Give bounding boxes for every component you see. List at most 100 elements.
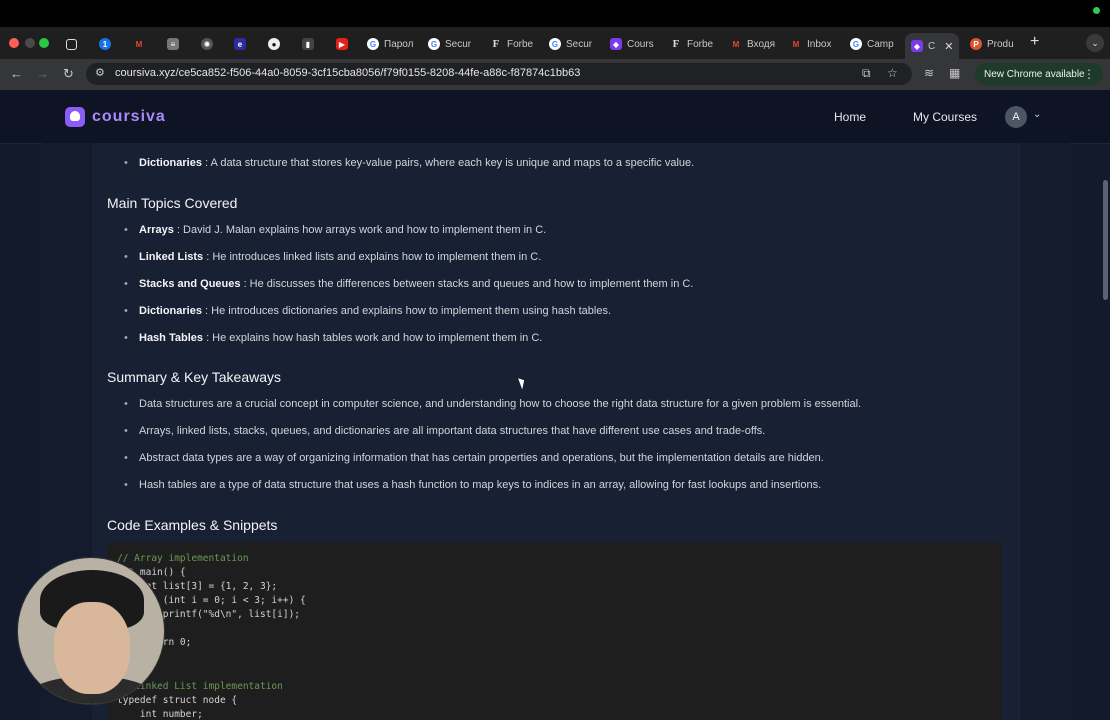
- google-icon: G: [428, 38, 440, 50]
- tab-coursiva-active[interactable]: ◆ C ✕: [905, 33, 960, 59]
- chatgpt-icon: ✺: [201, 38, 213, 50]
- chrome-update-button[interactable]: New Chrome available ⋮: [975, 63, 1103, 85]
- browser-tabstrip: 1 M ≡ ✺ e ● ▮ ▶ G Парол G Secur F Forbe G Se…: [0, 27, 1110, 59]
- tab-coursiva-1[interactable]: ◆ Cours: [610, 33, 654, 55]
- maximize-window-icon[interactable]: [39, 38, 49, 48]
- site-settings-icon[interactable]: ⚙: [95, 66, 105, 79]
- tab-gmail-inbox[interactable]: M Inbox: [790, 33, 832, 55]
- forward-icon[interactable]: →: [36, 66, 49, 81]
- list-item: • Stacks and Queues : He discusses the di…: [124, 278, 694, 290]
- forbes-icon: F: [672, 38, 680, 50]
- term: Linked Lists: [139, 251, 204, 263]
- term: Stacks and Queues: [139, 278, 241, 290]
- nav-my-courses[interactable]: My Courses: [913, 110, 977, 124]
- tab-forbes-2[interactable]: F Forbe: [670, 33, 714, 55]
- tab-label: Cours: [627, 38, 654, 50]
- code-line: // Array implementation: [117, 553, 249, 564]
- tab-label: Forbe: [507, 38, 534, 50]
- tab-security-1[interactable]: G Secur: [428, 33, 471, 55]
- gmail-icon: M: [135, 39, 143, 49]
- nav-home[interactable]: Home: [834, 110, 866, 124]
- tab-label: Camp: [867, 38, 894, 50]
- section-heading-topics: Main Topics Covered: [107, 195, 238, 211]
- desc: : He discusses the differences between s…: [243, 278, 694, 290]
- tab-chatgpt[interactable]: ✺: [201, 33, 213, 55]
- minimize-window-icon[interactable]: [25, 38, 35, 48]
- desc: : David J. Malan explains how arrays wor…: [176, 224, 547, 236]
- google-icon: G: [367, 38, 379, 50]
- avatar[interactable]: A: [1005, 106, 1027, 128]
- tab-label: Inbox: [807, 38, 832, 50]
- tab-producthunt[interactable]: P Produ: [970, 33, 1014, 55]
- coursiva-icon: ◆: [911, 40, 923, 52]
- summary-text: Abstract data types are a way of organiz…: [139, 452, 824, 464]
- back-icon[interactable]: ←: [10, 66, 23, 81]
- summary-text: Hash tables are a type of data structure…: [139, 479, 822, 491]
- mac-menubar: [0, 0, 1110, 27]
- summary-text: Data structures are a crucial concept in…: [139, 398, 862, 410]
- coursiva-icon: ◆: [610, 38, 622, 50]
- site-header: coursiva Home My Courses A ⌄: [0, 90, 1110, 144]
- media-controls-icon[interactable]: ≋: [924, 66, 934, 80]
- tab-gmail-inbox-ru[interactable]: M Входя: [730, 33, 775, 55]
- bookmark-star-icon[interactable]: ☆: [887, 66, 898, 80]
- tab-label: C: [928, 40, 936, 52]
- tab-youtube[interactable]: ▶: [336, 33, 348, 55]
- list-item: • Dictionaries : A data structure that st…: [124, 157, 695, 169]
- site-logo[interactable]: coursiva: [92, 108, 166, 126]
- code-block[interactable]: // Array implementation int main() { int…: [107, 542, 1002, 720]
- more-menu-icon[interactable]: ⋮: [1083, 67, 1095, 81]
- tab-label: Produ: [987, 38, 1014, 50]
- list-item: • Dictionaries : He introduces dictionari…: [124, 305, 612, 317]
- onepassword-icon: 1: [99, 38, 111, 50]
- tab-e[interactable]: e: [234, 33, 246, 55]
- desc: : He explains how hash tables work and h…: [206, 332, 543, 344]
- tab-passwords[interactable]: G Парол: [367, 33, 414, 55]
- term: Dictionaries: [139, 157, 202, 169]
- gmail-icon: M: [792, 39, 800, 49]
- github-icon: ●: [268, 38, 280, 50]
- new-tab-icon[interactable]: +: [1030, 33, 1039, 51]
- google-icon: G: [549, 38, 561, 50]
- tab-label: Secur: [445, 38, 472, 50]
- tab-doc[interactable]: ≡: [167, 33, 179, 55]
- extension-icon[interactable]: ▦: [949, 66, 960, 80]
- tab-security-2[interactable]: G Secur: [549, 33, 592, 55]
- chevron-down-icon[interactable]: ⌄: [1033, 109, 1041, 120]
- tab-app[interactable]: ▮: [302, 33, 314, 55]
- producthunt-icon: P: [970, 38, 982, 50]
- tab-forbes-1[interactable]: F Forbe: [490, 33, 534, 55]
- url-text[interactable]: coursiva.xyz/ce5ca852-f506-44a0-8059-3cf…: [115, 67, 580, 79]
- list-item: • Linked Lists : He introduces linked lis…: [124, 251, 542, 263]
- list-item: • Arrays, linked lists, stacks, queues, a…: [124, 425, 766, 437]
- youtube-icon: ▶: [336, 38, 348, 50]
- tab-onepassword[interactable]: 1: [99, 33, 111, 55]
- tab-label: Входя: [747, 38, 776, 50]
- list-item: • Data structures are a crucial concept i…: [124, 398, 862, 410]
- webcam-overlay: [17, 557, 165, 705]
- google-icon: G: [850, 38, 862, 50]
- page-scrollbar[interactable]: [1103, 180, 1108, 300]
- tab-search-chevron-icon[interactable]: ⌄: [1086, 34, 1104, 52]
- tab-label: Парол: [384, 38, 414, 50]
- coursiva-logo-icon[interactable]: [65, 107, 85, 127]
- list-item: • Hash Tables : He explains how hash tabl…: [124, 332, 543, 344]
- list-item: • Hash tables are a type of data structur…: [124, 479, 822, 491]
- close-window-icon[interactable]: [9, 38, 19, 48]
- update-label: New Chrome available: [984, 68, 1085, 80]
- forbes-icon: F: [492, 38, 500, 50]
- tab-sidebar[interactable]: [66, 33, 77, 55]
- code-line: int number;: [117, 709, 203, 720]
- list-item: • Abstract data types are a way of organi…: [124, 452, 824, 464]
- reload-icon[interactable]: ↻: [63, 66, 74, 82]
- tab-gmail[interactable]: M: [133, 33, 145, 55]
- sidebar-icon: [66, 38, 77, 50]
- tab-campaign[interactable]: G Camp: [850, 33, 894, 55]
- close-tab-icon[interactable]: ✕: [944, 40, 953, 53]
- tab-label: Secur: [566, 38, 593, 50]
- section-heading-code: Code Examples & Snippets: [107, 517, 278, 533]
- install-app-icon[interactable]: ⧉: [862, 66, 871, 81]
- tab-github[interactable]: ●: [268, 33, 280, 55]
- summary-text: Arrays, linked lists, stacks, queues, an…: [139, 425, 766, 437]
- app-icon: ▮: [302, 38, 314, 50]
